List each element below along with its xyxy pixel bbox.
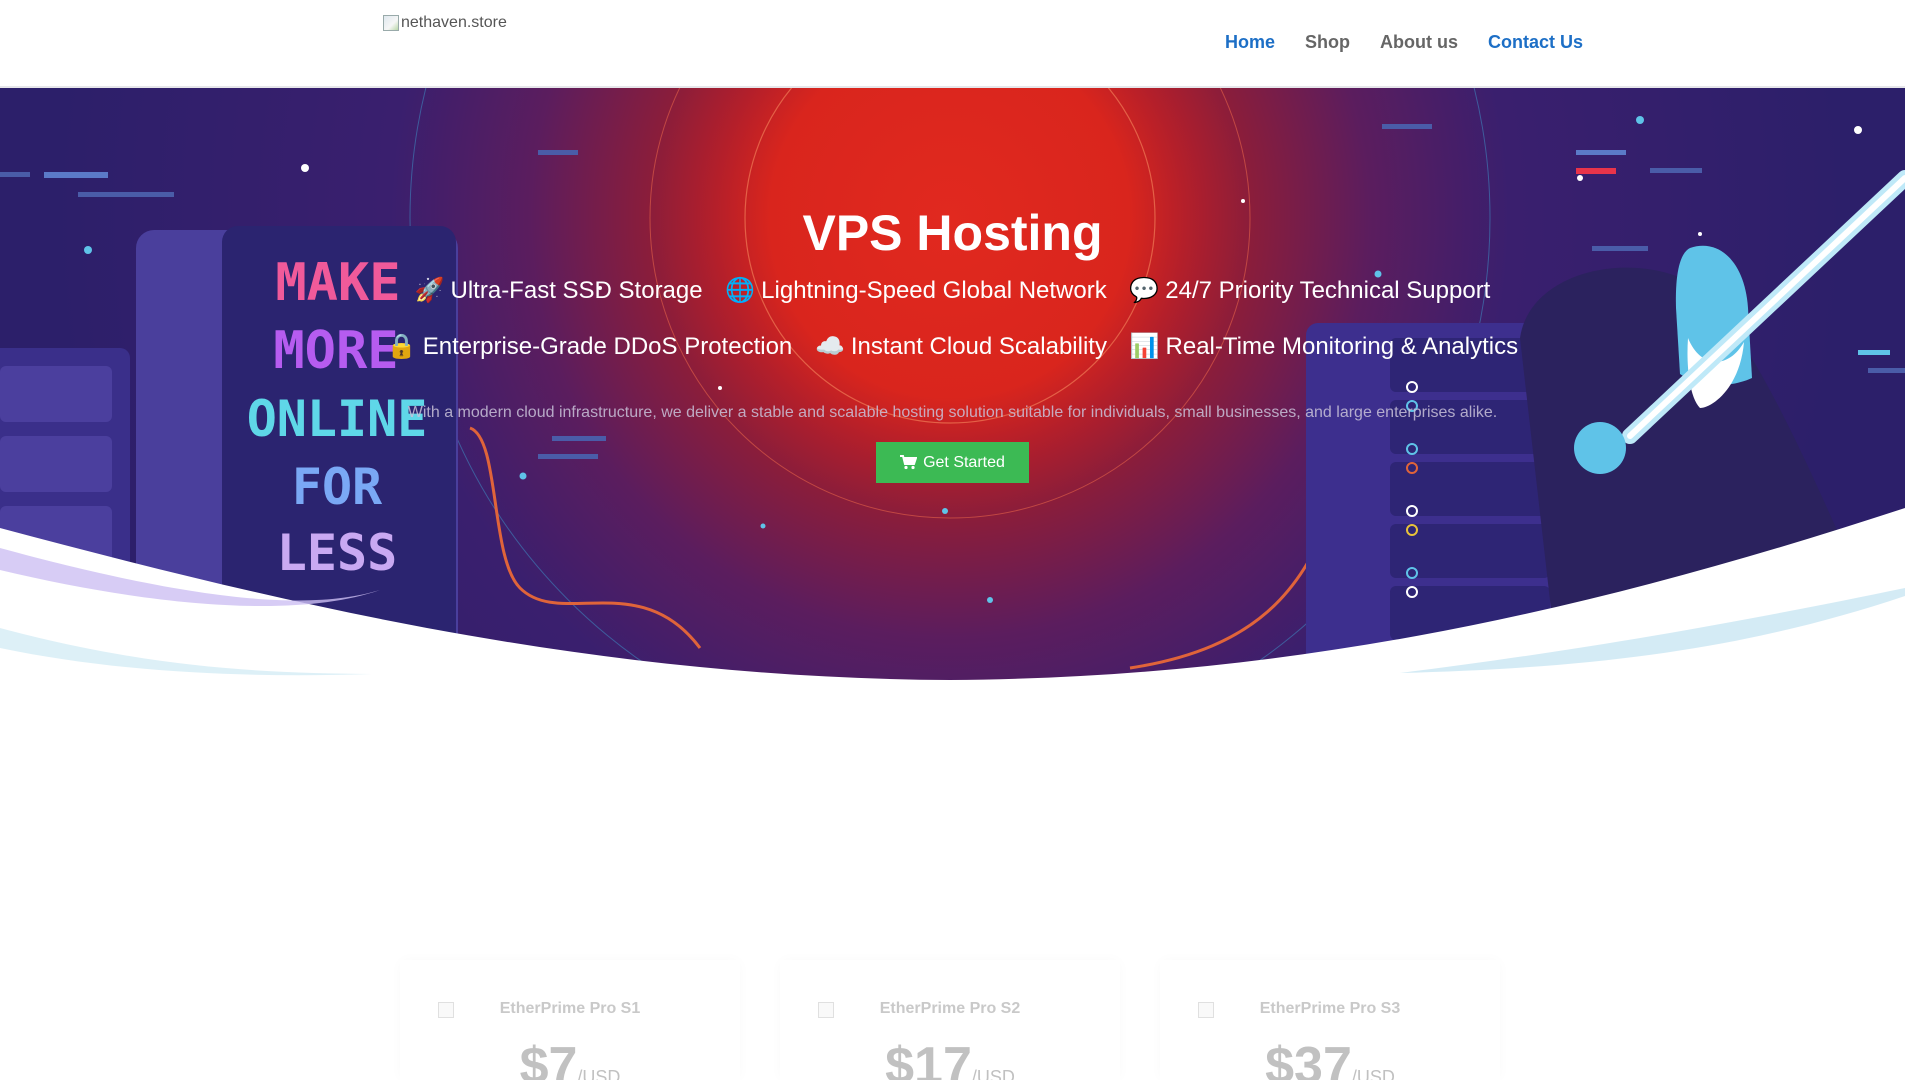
lock-icon: 🔒 <box>386 333 417 360</box>
shopping-cart-icon <box>900 455 918 470</box>
feature-scalability-text: Instant Cloud Scalability <box>850 333 1107 360</box>
pixel-word-less: LESS <box>277 524 397 582</box>
pixel-word-for: FOR <box>292 458 383 516</box>
rocket-icon: 🚀 <box>414 277 445 304</box>
plan-card[interactable]: EtherPrime Pro S2 $17/USD <box>780 960 1120 1080</box>
feature-support: 💬 24/7 Priority Technical Support <box>1129 276 1490 305</box>
nav-about-link[interactable]: About us <box>1380 32 1458 53</box>
nav-shop-link[interactable]: Shop <box>1305 32 1350 53</box>
plan-price: $7/USD <box>400 1036 740 1080</box>
plan-card[interactable]: EtherPrime Pro S1 $7/USD <box>400 960 740 1080</box>
plan-price-unit: /USD <box>971 1067 1015 1080</box>
feature-support-text: 24/7 Priority Technical Support <box>1165 277 1491 304</box>
page: nethaven.store Home Shop About us Contac… <box>0 0 1920 1080</box>
feature-row-2: 🔒 Enterprise-Grade DDoS Protection ☁️ Inst… <box>0 332 1905 361</box>
cloud-icon: ☁️ <box>814 333 845 360</box>
plan-price-amount: $17 <box>885 1037 972 1080</box>
feature-monitoring-text: Real-Time Monitoring & Analytics <box>1165 333 1519 360</box>
plan-name: EtherPrime Pro S1 <box>499 1000 641 1017</box>
globe-icon: 🌐 <box>725 277 756 304</box>
site-logo[interactable]: nethaven.store <box>383 14 507 32</box>
get-started-label: Get Started <box>923 453 1005 471</box>
feature-ddos: 🔒 Enterprise-Grade DDoS Protection <box>387 332 792 361</box>
broken-image-icon <box>383 15 399 31</box>
main-nav: Home Shop About us Contact Us <box>1225 32 1583 53</box>
feature-scalability: ☁️ Instant Cloud Scalability <box>815 332 1107 361</box>
feature-row-1: 🚀 Ultra-Fast SSD Storage 🌐 Lightning-Speed… <box>0 276 1905 305</box>
hero-illustration: MAKE MORE ONLINE FOR LESS <box>0 88 1905 688</box>
hero-description: With a modern cloud infrastructure, we d… <box>407 404 1498 421</box>
plan-price-unit: /USD <box>1351 1067 1395 1080</box>
plan-name: EtherPrime Pro S3 <box>1259 1000 1401 1017</box>
feature-ssd-text: Ultra-Fast SSD Storage <box>450 277 703 304</box>
plan-price: $37/USD <box>1160 1036 1500 1080</box>
feature-network: 🌐 Lightning-Speed Global Network <box>725 276 1106 305</box>
speech-bubble-icon: 💬 <box>1129 277 1160 304</box>
site-header: nethaven.store Home Shop About us Contac… <box>0 0 1905 88</box>
logo-alt-text: nethaven.store <box>401 14 507 31</box>
get-started-button[interactable]: Get Started <box>876 442 1029 483</box>
nav-contact-link[interactable]: Contact Us <box>1488 32 1583 53</box>
plan-card[interactable]: EtherPrime Pro S3 $37/USD <box>1160 960 1500 1080</box>
feature-monitoring: 📊 Real-Time Monitoring & Analytics <box>1130 332 1518 361</box>
plan-price-amount: $37 <box>1265 1037 1352 1080</box>
hero-title: VPS Hosting <box>802 205 1103 261</box>
bar-chart-icon: 📊 <box>1129 333 1160 360</box>
plan-price-unit: /USD <box>577 1067 621 1080</box>
feature-ssd: 🚀 Ultra-Fast SSD Storage <box>415 276 703 305</box>
feature-network-text: Lightning-Speed Global Network <box>761 277 1107 304</box>
plan-name: EtherPrime Pro S2 <box>879 1000 1021 1017</box>
pricing-plans: EtherPrime Pro S1 $7/USD EtherPrime Pro … <box>0 960 1905 1080</box>
nav-home-link[interactable]: Home <box>1225 32 1275 53</box>
feature-ddos-text: Enterprise-Grade DDoS Protection <box>422 333 793 360</box>
hero-banner: MAKE MORE ONLINE FOR LESS VPS Hosting 🚀 … <box>0 88 1905 688</box>
plan-price-amount: $7 <box>519 1037 578 1080</box>
plan-price: $17/USD <box>780 1036 1120 1080</box>
